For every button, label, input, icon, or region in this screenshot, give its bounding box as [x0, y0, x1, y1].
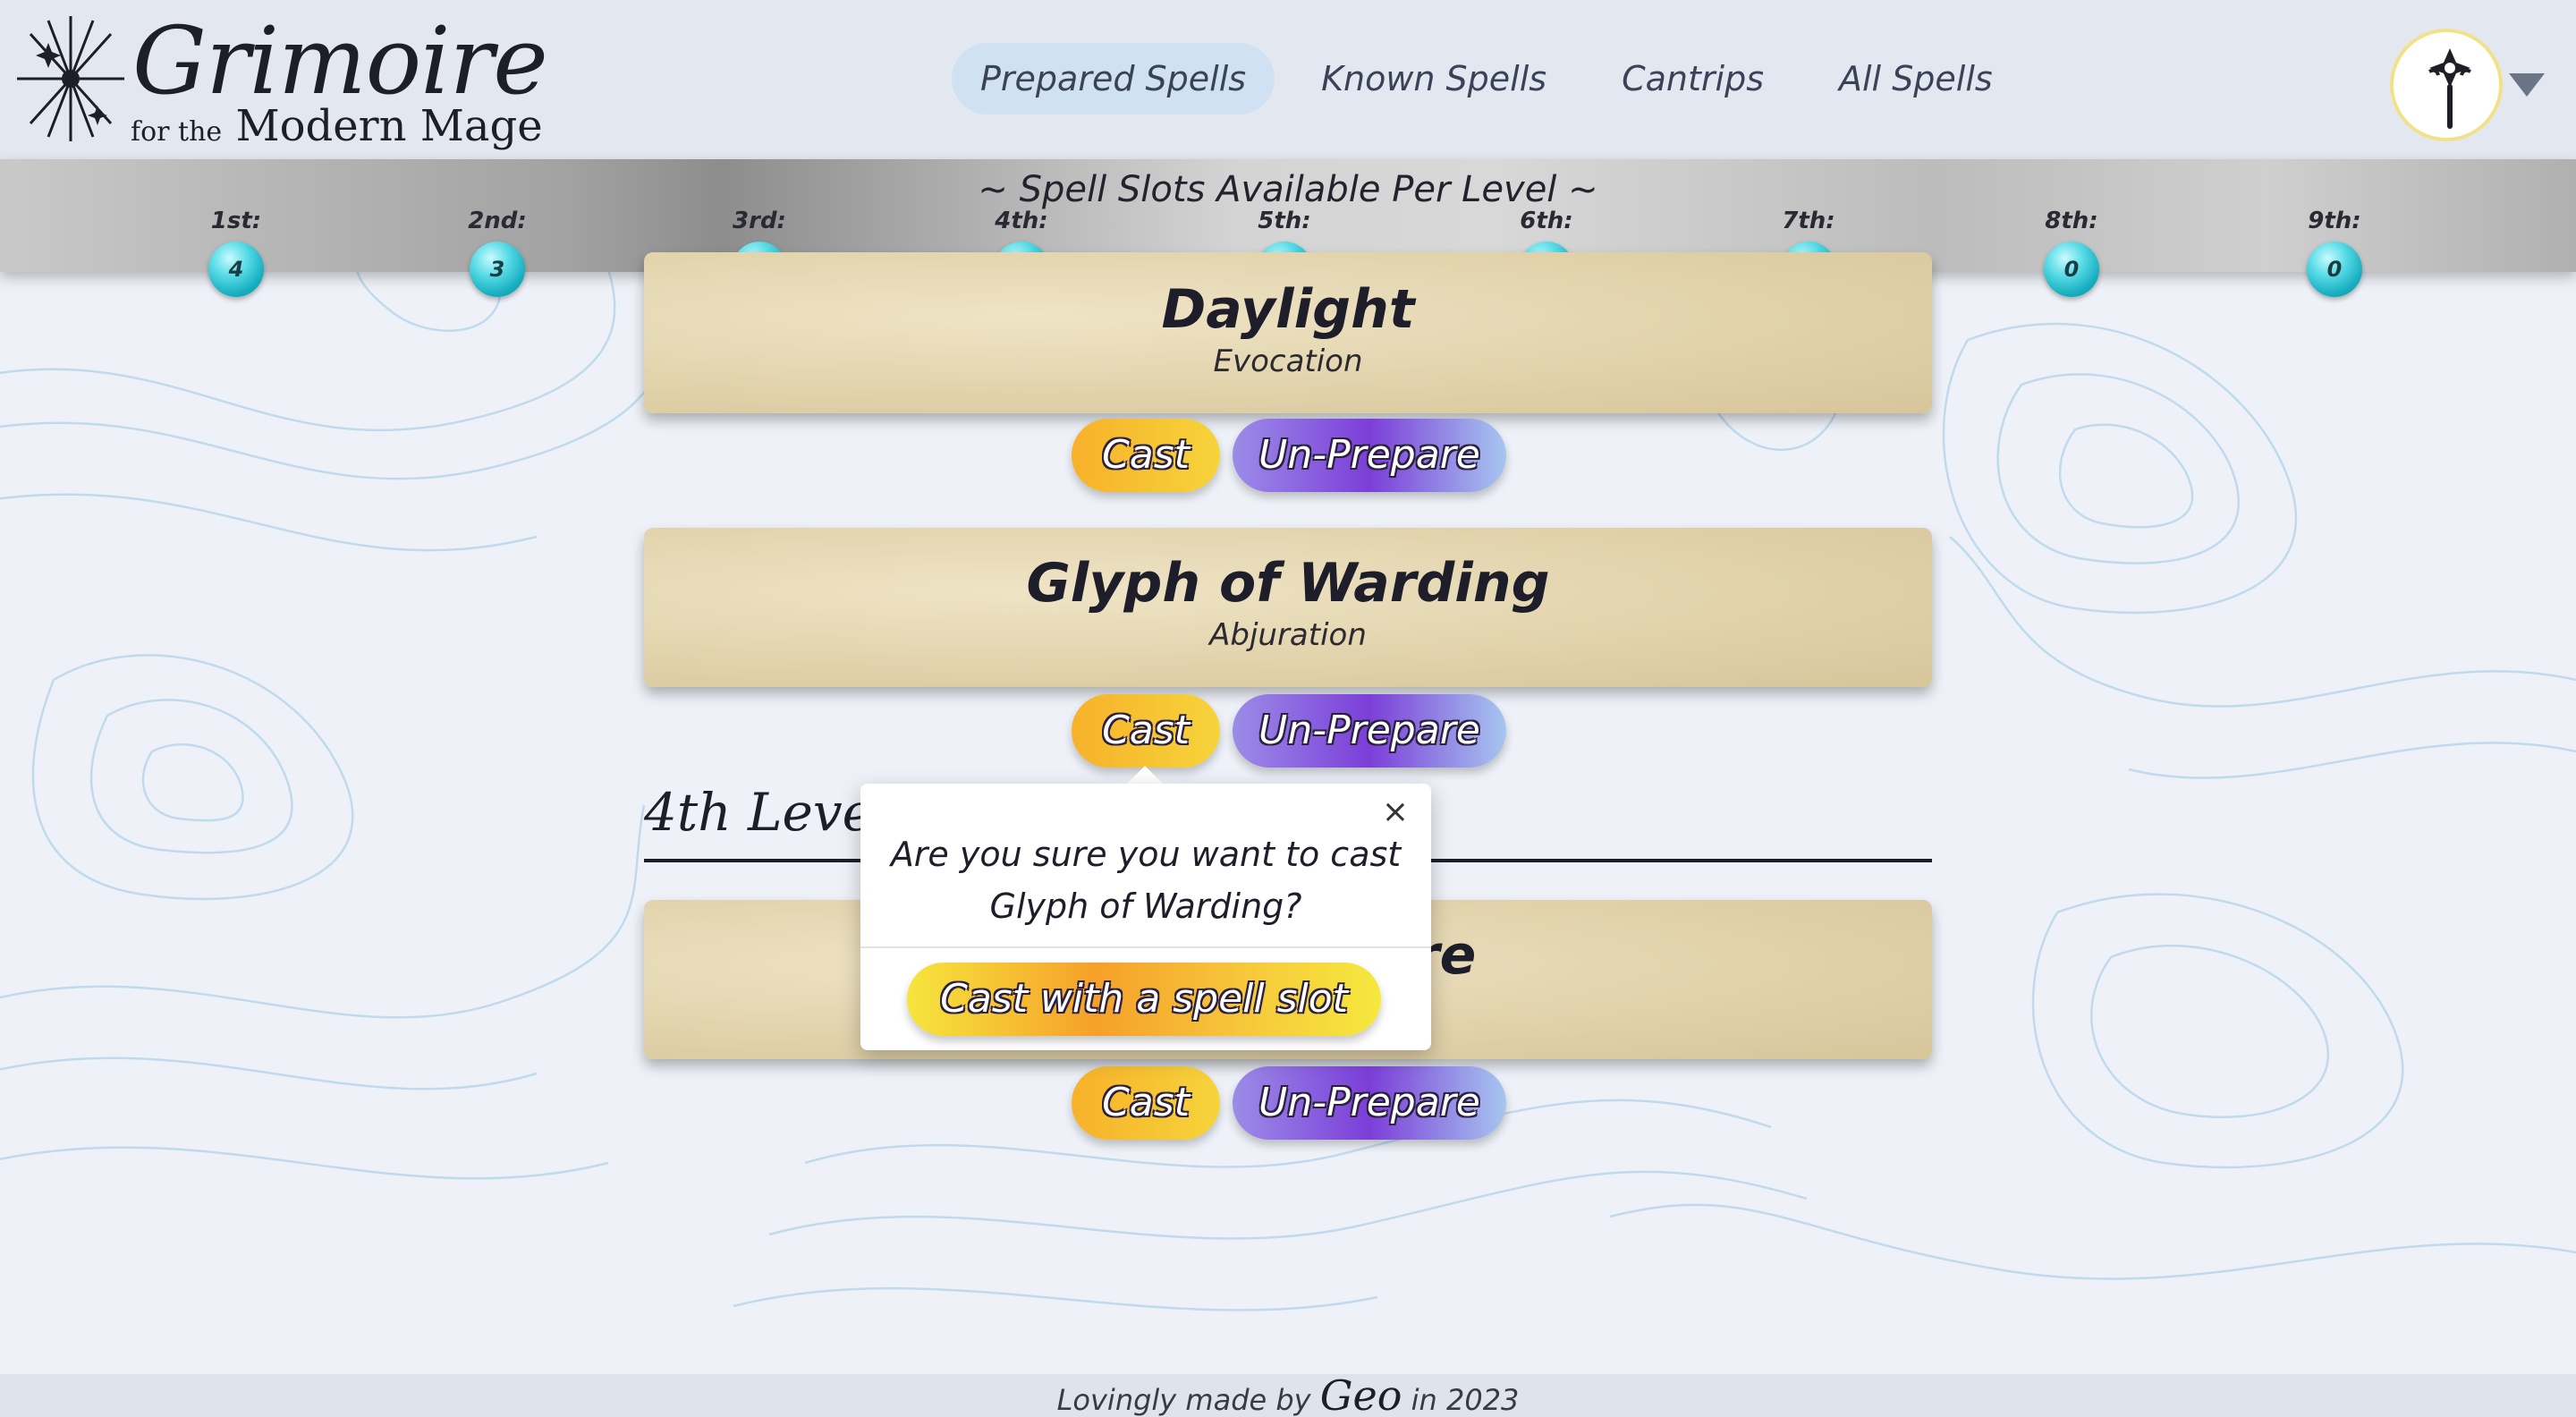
cast-button[interactable]: Cast — [1072, 1066, 1220, 1140]
unprepare-button[interactable]: Un-Prepare — [1233, 1066, 1506, 1140]
slot-level-8: 8th: 0 — [2018, 204, 2125, 297]
app-logo[interactable]: Grimoire for the Modern Mage — [13, 7, 548, 155]
nav-cantrips[interactable]: Cantrips — [1593, 43, 1792, 115]
popover-message: Are you sure you want to cast Glyph of W… — [860, 828, 1431, 932]
nav-all-spells[interactable]: All Spells — [1810, 43, 2021, 115]
slot-level-1: 1st: 4 — [182, 204, 290, 297]
user-avatar[interactable] — [2390, 29, 2503, 141]
nav-known-spells[interactable]: Known Spells — [1292, 43, 1575, 115]
slot-label: 6th: — [1520, 208, 1573, 234]
logo-subtitle: for the Modern Mage — [131, 99, 543, 159]
logo-title: Grimoire — [132, 6, 548, 115]
spell-card[interactable]: Glyph of Warding Abjuration — [644, 528, 1932, 687]
cast-with-slot-button[interactable]: Cast with a spell slot — [907, 963, 1381, 1036]
spell-name: Glyph of Warding — [1026, 552, 1550, 615]
slot-count-orb: 0 — [2044, 242, 2099, 297]
staff-icon — [2428, 48, 2471, 129]
spell-name: Daylight — [1161, 278, 1415, 341]
top-header: Grimoire for the Modern Mage Prepared Sp… — [0, 0, 2576, 159]
level-heading: 4th Level — [644, 782, 890, 843]
unprepare-button[interactable]: Un-Prepare — [1233, 694, 1506, 768]
slot-count-orb: 3 — [470, 242, 525, 297]
popover-message-line: Are you sure you want to cast — [890, 835, 1402, 874]
slot-label: 1st: — [210, 208, 262, 234]
spell-school: Abjuration — [1209, 617, 1367, 653]
spell-card[interactable]: Daylight Evocation — [644, 252, 1932, 413]
slot-label: 9th: — [2308, 208, 2361, 234]
slot-label: 3rd: — [733, 208, 786, 234]
starburst-logo-icon — [17, 16, 124, 141]
footer-prefix: Lovingly made by — [1056, 1383, 1311, 1417]
close-icon[interactable]: × — [1379, 796, 1411, 828]
chevron-down-icon[interactable] — [2507, 72, 2546, 98]
logo-subtitle-large: Modern Mage — [235, 101, 543, 151]
cast-confirm-popover: × Are you sure you want to cast Glyph of… — [860, 784, 1431, 1050]
cast-button[interactable]: Cast — [1072, 694, 1220, 768]
main-nav: Prepared Spells Known Spells Cantrips Al… — [952, 43, 2021, 115]
page-footer: Lovingly made by Geo in 2023 — [0, 1374, 2576, 1417]
popover-divider — [860, 946, 1431, 948]
popover-arrow — [1125, 766, 1165, 785]
slot-count-orb: 4 — [208, 242, 264, 297]
popover-message-line: Glyph of Warding? — [989, 887, 1302, 926]
unprepare-button[interactable]: Un-Prepare — [1233, 419, 1506, 492]
footer-author: Geo — [1319, 1371, 1402, 1417]
slot-label: 5th: — [1258, 208, 1311, 234]
slot-level-9: 9th: 0 — [2281, 204, 2388, 297]
slot-label: 4th: — [995, 208, 1048, 234]
slot-label: 7th: — [1782, 208, 1835, 234]
nav-prepared-spells[interactable]: Prepared Spells — [952, 43, 1275, 115]
slot-label: 2nd: — [468, 208, 527, 234]
slot-count-orb: 0 — [2307, 242, 2362, 297]
logo-subtitle-small: for the — [131, 116, 223, 148]
slot-label: 8th: — [2045, 208, 2098, 234]
cast-button[interactable]: Cast — [1072, 419, 1220, 492]
footer-suffix: in 2023 — [1411, 1383, 1520, 1417]
slot-level-2: 2nd: 3 — [444, 204, 551, 297]
spell-school: Evocation — [1213, 344, 1363, 379]
